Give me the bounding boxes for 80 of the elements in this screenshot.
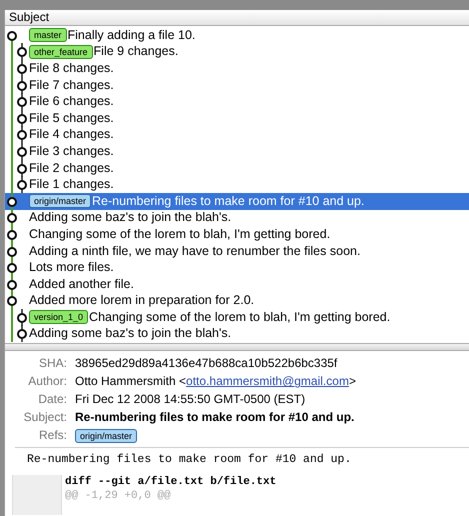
diff-header: diff --git a/file.txt b/file.txt (65, 475, 276, 490)
commit-row[interactable]: File 5 changes. (5, 110, 469, 127)
commit-subject: File 6 changes. (29, 94, 114, 110)
commit-row[interactable]: File 8 changes. (5, 60, 469, 77)
commit-subject: Adding a ninth file, we may have to renumber the files soon. (29, 244, 360, 259)
commit-row[interactable]: version_1_0 Changing some of the lorem to blah, I'm getting bored. (5, 309, 469, 326)
commit-node-icon (17, 180, 27, 190)
commit-node-icon (17, 329, 27, 340)
commit-node-icon (17, 130, 27, 140)
commit-row[interactable]: Added another file. (5, 276, 469, 292)
field-label: Subject: (22, 409, 67, 426)
field-label: Refs: (38, 427, 67, 444)
commit-row[interactable]: File 3 changes. (5, 143, 469, 160)
pane-splitter[interactable] (5, 343, 469, 352)
commit-node-icon (7, 280, 17, 290)
commit-subject: Adding some baz's to join the blah's. (29, 326, 232, 342)
commit-subject: Changing some of the lorem to blah, I'm getting bored. (29, 226, 330, 242)
commit-row[interactable]: Adding some baz's to join the blah's. (5, 210, 469, 226)
email-bracket: < (179, 374, 186, 388)
ref-label: version_1_0 (29, 310, 88, 324)
commit-subject: Added more lorem in preparation for 2.0. (29, 293, 254, 308)
commit-subject: Re-numbering files to make room for #10 and up. (92, 194, 364, 209)
field-label: SHA: (38, 355, 67, 372)
commit-row[interactable]: File 7 changes. (5, 76, 469, 94)
commit-row[interactable]: File 4 changes. (5, 126, 469, 144)
commit-subject: File 4 changes. (29, 127, 114, 142)
commit-row[interactable]: File 6 changes. (5, 93, 469, 110)
commit-row[interactable]: Added more lorem in preparation for 2.0. (5, 292, 469, 310)
date-value: Fri Dec 12 2008 14:55:50 GMT-0500 (EST) (75, 391, 306, 408)
ref-label: origin/master (29, 194, 92, 208)
commit-node-icon (7, 263, 17, 274)
commit-message: Re-numbering files to make room for #10 and up. (26, 452, 352, 468)
commit-row[interactable]: Lots more files. (5, 259, 469, 276)
ref-label: origin/master (75, 429, 138, 444)
commit-node-icon (17, 114, 27, 124)
commit-node-icon (17, 164, 27, 174)
commit-row[interactable]: File 2 changes. (5, 160, 469, 176)
commit-node-icon (7, 196, 17, 207)
commit-subject: Lots more files. (29, 260, 114, 276)
commit-subject: Changing some of the lorem to blah, I'm getting bored. (89, 310, 390, 325)
diff-hunk-header: @@ -1,29 +0,0 @@ (65, 489, 172, 504)
commit-node-icon (17, 80, 27, 91)
commit-subject: File 7 changes. (29, 78, 114, 93)
commit-subject: File 1 changes. (29, 177, 114, 192)
email-link[interactable]: otto.hammersmith@gmail.com (186, 374, 349, 388)
commit-node-icon (17, 312, 27, 323)
commit-subject: File 5 changes. (29, 110, 114, 126)
line-gutter (12, 475, 62, 516)
commit-node-icon (7, 246, 17, 257)
commit-row[interactable]: master Finally adding a file 10. (5, 27, 469, 44)
commit-node-icon (17, 47, 27, 58)
commit-node-icon (7, 230, 17, 240)
commit-node-icon (17, 146, 27, 157)
email-bracket: > (348, 374, 356, 388)
commit-subject: File 2 changes. (29, 160, 114, 176)
ref-label: other_feature (29, 44, 93, 59)
commit-node-icon (7, 30, 17, 41)
commit-row[interactable]: Adding a ninth file, we may have to renumber the files soon. (5, 242, 469, 260)
field-label: Author: (27, 373, 67, 390)
ref-label: master (29, 28, 67, 42)
subject-value: Re-numbering files to make room for #10 and up. (75, 409, 356, 426)
commit-node-icon (7, 296, 17, 306)
commit-subject: File 8 changes. (29, 60, 114, 76)
commit-subject: Added another file. (29, 276, 134, 292)
author-name: Otto Hammersmith (75, 374, 176, 388)
commit-row[interactable]: File 1 changes. (5, 176, 469, 193)
commit-node-icon (17, 97, 27, 108)
commit-node-icon (17, 64, 27, 74)
commit-subject: File 3 changes. (29, 144, 114, 159)
commit-row[interactable]: Changing some of the lorem to blah, I'm getting bored. (5, 226, 469, 243)
commit-row[interactable]: other_feature File 9 changes. (5, 44, 469, 60)
field-label: Date: (37, 391, 67, 408)
commit-row[interactable]: Adding some baz's to join the blah's. (5, 326, 469, 342)
commit-subject: Adding some baz's to join the blah's. (29, 210, 232, 226)
column-header[interactable]: Subject (5, 10, 469, 26)
sha-value: 38965ed29d89a4136e47b688ca10b522b6bc335f (75, 355, 338, 372)
commit-node-icon (7, 213, 17, 224)
commit-subject: File 9 changes. (94, 44, 178, 60)
commit-row[interactable]: origin/master Re-numbering files to make room for #10 and up. (5, 192, 469, 210)
commit-subject: Finally adding a file 10. (68, 28, 196, 43)
